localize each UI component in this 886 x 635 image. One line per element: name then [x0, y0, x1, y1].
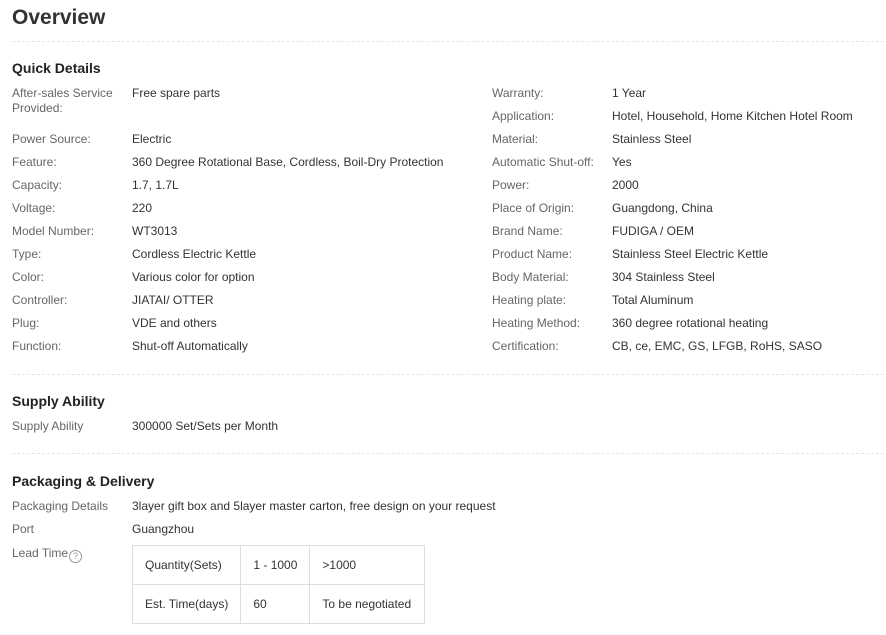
detail-label-power: Power: [492, 178, 530, 192]
detail-label-function: Function: [12, 339, 62, 353]
question-circle-icon[interactable]: ? [69, 550, 83, 563]
table-cell: Est. Time(days) [131, 584, 242, 624]
detail-value-heating-plate: Total Aluminum [612, 293, 694, 307]
detail-value-plug: VDE and others [132, 316, 217, 330]
detail-value-voltage: 220 [132, 201, 153, 215]
detail-label-warranty: Warranty: [492, 86, 544, 100]
table-cell: 60 [240, 584, 311, 624]
detail-value-place-of-origin: Guangdong, China [612, 201, 713, 215]
detail-value-body-material: 304 Stainless Steel [612, 270, 715, 284]
detail-value-controller: JIATAI/ OTTER [132, 293, 214, 307]
detail-label-certification: Certification: [492, 339, 559, 353]
supply-ability-label: Supply Ability [12, 419, 84, 433]
detail-value-warranty: 1 Year [612, 86, 647, 100]
lead-time-table: Quantity(Sets) 1 - 1000 >1000 Est. Time(… [131, 545, 426, 624]
packaging-details-value: 3layer gift box and 5layer master carton… [132, 499, 496, 513]
detail-value-power-source: Electric [132, 132, 172, 146]
detail-value-color: Various color for option [132, 270, 255, 284]
detail-value-power: 2000 [612, 178, 639, 192]
port-value: Guangzhou [132, 522, 195, 536]
detail-label-model-number: Model Number: [12, 224, 95, 238]
detail-label-brand-name: Brand Name: [492, 224, 563, 238]
table-cell: >1000 [309, 545, 426, 585]
packaging-details-label: Packaging Details [12, 499, 109, 513]
supply-ability-title: Supply Ability [12, 393, 105, 409]
detail-label-heating-plate: Heating plate: [492, 293, 567, 307]
detail-label-application: Application: [492, 109, 555, 123]
detail-value-function: Shut-off Automatically [132, 339, 248, 353]
detail-label-automatic-shutoff: Automatic Shut-off: [492, 155, 594, 169]
detail-value-heating-method: 360 degree rotational heating [612, 316, 769, 330]
detail-value-capacity: 1.7, 1.7L [132, 178, 179, 192]
detail-label-voltage: Voltage: [12, 201, 56, 215]
detail-value-brand-name: FUDIGA / OEM [612, 224, 695, 238]
detail-value-application: Hotel, Household, Home Kitchen Hotel Roo… [612, 109, 853, 123]
detail-label-place-of-origin: Place of Origin: [492, 201, 575, 215]
detail-label-product-name: Product Name: [492, 247, 573, 261]
table-cell: Quantity(Sets) [131, 545, 242, 585]
packaging-delivery-title: Packaging & Delivery [12, 473, 155, 489]
detail-value-material: Stainless Steel [612, 132, 692, 146]
table-row: Est. Time(days) 60 To be negotiated [131, 584, 426, 624]
detail-label-material: Material: [492, 132, 539, 146]
detail-value-type: Cordless Electric Kettle [132, 247, 257, 261]
detail-value-model-number: WT3013 [132, 224, 178, 238]
detail-value-product-name: Stainless Steel Electric Kettle [612, 247, 769, 261]
product-overview: Overview Quick Details After-sales Servi… [0, 0, 886, 635]
detail-value-after-sales: Free spare parts [132, 86, 221, 100]
detail-label-capacity: Capacity: [12, 178, 63, 192]
detail-label-controller: Controller: [12, 293, 68, 307]
detail-label-feature: Feature: [12, 155, 57, 169]
detail-value-feature: 360 Degree Rotational Base, Cordless, Bo… [132, 155, 444, 169]
detail-label-plug: Plug: [12, 316, 40, 330]
table-cell: 1 - 1000 [240, 545, 311, 585]
detail-value-certification: CB, ce, EMC, GS, LFGB, RoHS, SASO [612, 339, 823, 353]
table-row: Quantity(Sets) 1 - 1000 >1000 [131, 545, 426, 585]
detail-value-automatic-shutoff: Yes [612, 155, 632, 169]
quick-details-title: Quick Details [12, 60, 101, 76]
page-title: Overview [12, 6, 106, 29]
divider [12, 453, 884, 454]
divider [12, 374, 884, 375]
divider [12, 41, 884, 42]
detail-label-color: Color: [12, 270, 45, 284]
supply-ability-value: 300000 Set/Sets per Month [132, 419, 279, 433]
detail-label-power-source: Power Source: [12, 132, 91, 146]
port-label: Port [12, 522, 35, 536]
table-cell: To be negotiated [309, 584, 426, 624]
detail-label-after-sales: After-sales Service Provided: [12, 86, 113, 115]
detail-label-heating-method: Heating Method: [492, 316, 581, 330]
lead-time-label: Lead Time [12, 546, 69, 560]
detail-label-body-material: Body Material: [492, 270, 569, 284]
detail-label-type: Type: [12, 247, 42, 261]
lead-time-label-wrap: Lead Time? [12, 546, 83, 563]
